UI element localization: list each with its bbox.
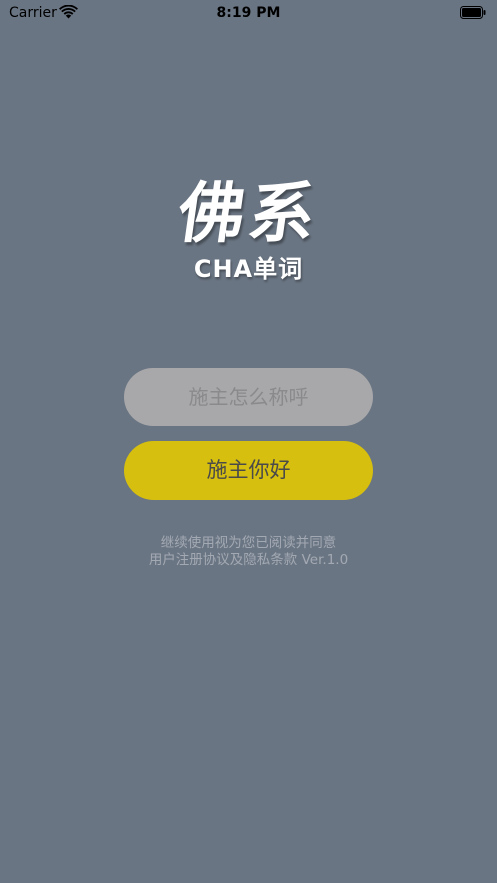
hello-button-label: 施主你好 bbox=[206, 458, 291, 482]
name-input[interactable] bbox=[124, 368, 373, 426]
agreement-line-1: 继续使用视为您已阅读并同意 bbox=[160, 535, 337, 551]
logo-subtitle: CHA单词 bbox=[193, 255, 304, 283]
agreement-text: 继续使用视为您已阅读并同意 用户注册协议及隐私条款 Ver.1.0 bbox=[0, 535, 497, 569]
status-time: 8:19 PM bbox=[216, 5, 281, 21]
logo-title: 佛系 bbox=[173, 174, 324, 252]
agreement-line-2[interactable]: 用户注册协议及隐私条款 Ver.1.0 bbox=[0, 552, 497, 569]
app-logo: 佛系 CHA单词 bbox=[0, 174, 497, 284]
hello-button[interactable]: 施主你好 bbox=[124, 441, 373, 500]
battery-icon bbox=[460, 6, 486, 19]
status-bar: Carrier 8:19 PM bbox=[0, 0, 497, 26]
